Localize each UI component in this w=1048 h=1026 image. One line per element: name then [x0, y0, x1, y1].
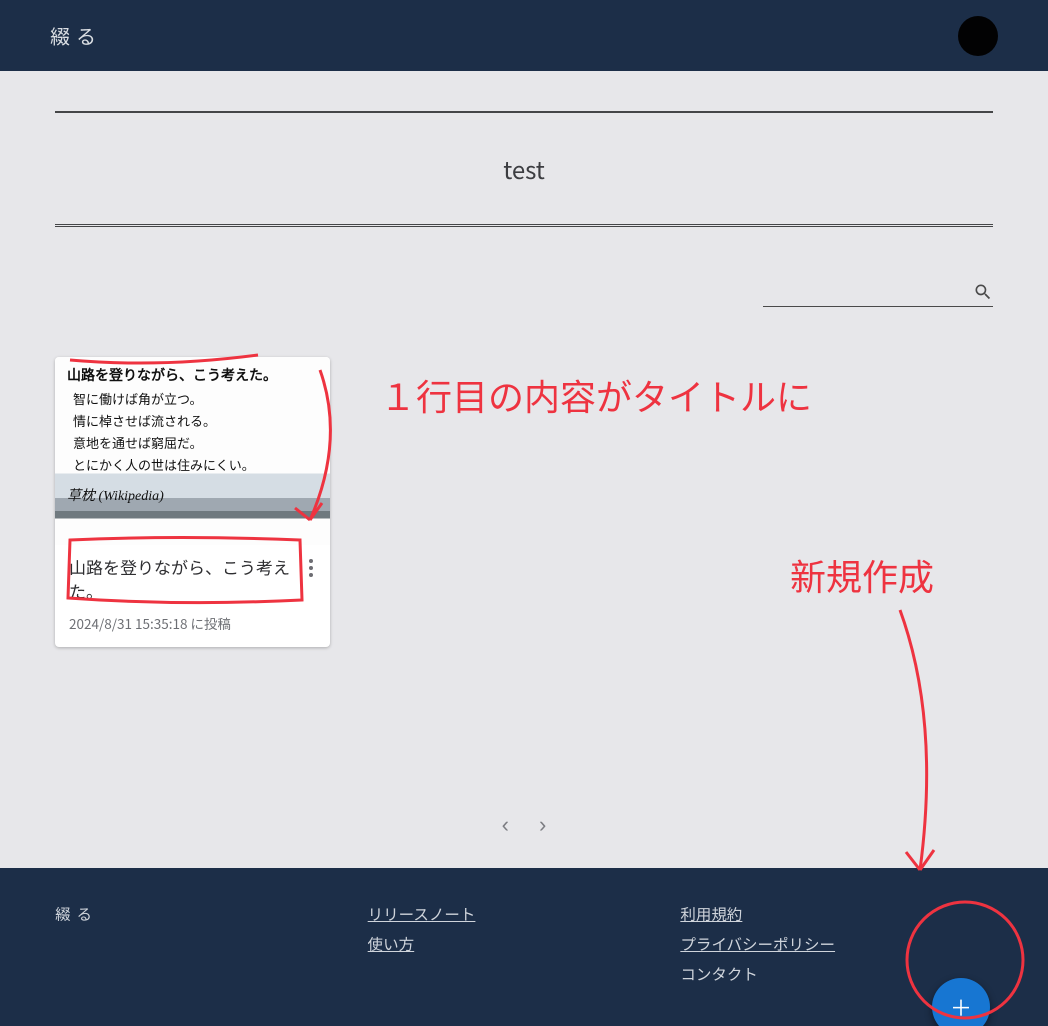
plus-icon: ＋ — [950, 991, 972, 1023]
footer-link-usage[interactable]: 使い方 — [368, 933, 681, 955]
note-meta: 2024/8/31 15:35:18 に投稿 — [69, 613, 316, 633]
pager: ‹ › — [502, 812, 547, 838]
footer-brand[interactable]: 綴る — [55, 903, 368, 925]
hw-line: 智に働けば角が立つ。 — [73, 389, 202, 408]
note-thumbnail: 山路を登りながら、こう考えた。 智に働けば角が立つ。 情に棹させば流される。 意… — [55, 357, 330, 545]
hw-line: 山路を登りながら、こう考えた。 — [67, 365, 277, 385]
hw-line: 草枕 (Wikipedia) — [67, 485, 164, 505]
search-row — [55, 282, 993, 307]
page-prev[interactable]: ‹ — [502, 812, 509, 838]
page-next[interactable]: › — [539, 812, 546, 838]
main-area: test 山路を登りながら、こう考えた。 智に働けば角が立つ。 情に棹させば流さ… — [0, 111, 1048, 868]
hw-line: 意地を通せば窮屈だ。 — [73, 433, 203, 452]
note-title: 山路を登りながら、こう考えた。 — [69, 555, 316, 603]
hw-line: とにかく人の世は住みにくい。 — [73, 455, 255, 474]
hw-line: 情に棹させば流される。 — [73, 411, 216, 430]
app-title[interactable]: 綴る — [50, 21, 102, 50]
footer-link-privacy[interactable]: プライバシーポリシー — [680, 933, 993, 955]
search-input[interactable] — [763, 282, 993, 307]
footer-link-release-notes[interactable]: リリースノート — [368, 903, 681, 925]
avatar[interactable] — [958, 16, 998, 56]
footer-link-terms[interactable]: 利用規約 — [680, 903, 993, 925]
search-icon — [973, 282, 993, 302]
note-card[interactable]: 山路を登りながら、こう考えた。 智に働けば角が立つ。 情に棹させば流される。 意… — [55, 357, 330, 647]
app-header: 綴る — [0, 0, 1048, 71]
more-icon[interactable] — [302, 559, 320, 577]
footer: 綴る リリースノート 使い方 利用規約 プライバシーポリシー コンタクト ＋ — [0, 868, 1048, 1026]
page-title: test — [55, 111, 993, 227]
